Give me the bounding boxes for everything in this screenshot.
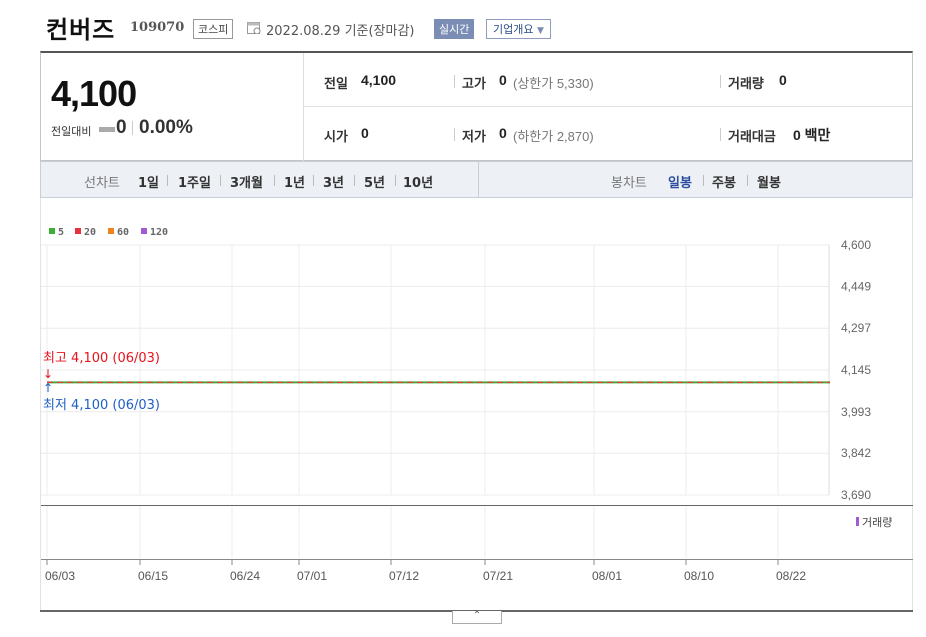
legend-swatch xyxy=(141,228,147,234)
x-tick-label: 07/21 xyxy=(483,569,513,583)
divider xyxy=(220,175,221,186)
divider xyxy=(720,128,721,141)
divider xyxy=(303,106,912,107)
divider xyxy=(167,175,168,186)
divider xyxy=(313,175,314,186)
lower-limit: (하한가 2,870) xyxy=(513,129,594,144)
divider xyxy=(720,75,721,88)
company-overview-label: 기업개요 xyxy=(493,23,534,36)
low-annotation: 최저 4,100 (06/03) xyxy=(43,398,160,413)
y-tick-label: 4,145 xyxy=(841,363,871,377)
y-tick-label: 4,600 xyxy=(841,238,871,252)
high-label: 고가 xyxy=(462,77,486,92)
y-tick-label: 4,297 xyxy=(841,321,871,335)
period-selector: 선차트 1일 1주일 3개월 1년 3년 5년 10년 봉차트 일봉 주봉 월봉 xyxy=(40,161,913,198)
current-price: 4,100 xyxy=(51,73,137,114)
upper-limit: (상한가 5,330) xyxy=(513,76,594,91)
period-5y[interactable]: 5년 xyxy=(364,172,385,191)
chart-canvas[interactable]: 4,600 4,449 4,297 4,145 3,993 3,842 3,690 06/03… xyxy=(41,198,913,611)
y-tick-label: 3,690 xyxy=(841,488,871,502)
high-annotation: 최고 4,100 (06/03) xyxy=(43,351,160,366)
down-arrow-icon: ↓ xyxy=(43,367,53,381)
low-value: 0 xyxy=(499,125,507,141)
x-tick-label: 08/22 xyxy=(776,569,806,583)
divider xyxy=(747,175,748,186)
x-tick-label: 06/03 xyxy=(45,569,75,583)
x-tick-label: 06/15 xyxy=(138,569,168,583)
legend-label: 120 xyxy=(150,227,168,238)
legend-label: 60 xyxy=(117,227,129,238)
chevron-up-icon[interactable]: ⌃ xyxy=(452,611,502,624)
divider xyxy=(703,175,704,186)
price-summary: 4,100 전일대비 0 0.00% 전일 4,100 고가 0 (상한가 5,… xyxy=(40,51,913,161)
volume-swatch xyxy=(856,517,859,526)
price-chart[interactable]: 4,600 4,449 4,297 4,145 3,993 3,842 3,690 06/03… xyxy=(40,198,913,611)
divider xyxy=(132,121,133,135)
x-tick-label: 06/24 xyxy=(230,569,260,583)
period-10y[interactable]: 10년 xyxy=(403,172,433,191)
change-value: 0 xyxy=(116,117,127,138)
divider xyxy=(454,75,455,88)
divider xyxy=(478,162,479,197)
candle-monthly[interactable]: 월봉 xyxy=(757,172,781,191)
volume-value: 0 xyxy=(779,72,787,88)
x-tick-label: 07/12 xyxy=(389,569,419,583)
prev-close-value: 4,100 xyxy=(361,72,397,88)
change-label: 전일대비 xyxy=(51,125,92,138)
line-chart-label: 선차트 xyxy=(84,176,120,191)
period-1w[interactable]: 1주일 xyxy=(178,172,211,191)
y-tick-label: 3,842 xyxy=(841,446,871,460)
stock-name: 컨버즈 xyxy=(46,16,116,44)
x-tick-label: 08/01 xyxy=(592,569,622,583)
legend-label: 5 xyxy=(58,227,64,238)
volume-legend-label: 거래량 xyxy=(862,516,892,529)
amount-label: 거래대금 xyxy=(728,130,776,145)
divider xyxy=(274,175,275,186)
amount-value: 0 백만 xyxy=(793,127,831,143)
candle-chart-label: 봉차트 xyxy=(611,176,647,191)
volume-label: 거래량 xyxy=(728,77,764,92)
period-1d[interactable]: 1일 xyxy=(138,172,159,191)
calendar-icon xyxy=(247,22,261,34)
legend-label: 20 xyxy=(84,227,96,238)
legend-swatch xyxy=(49,228,55,234)
divider xyxy=(395,175,396,186)
open-label: 시가 xyxy=(324,130,348,145)
high-value: 0 xyxy=(499,72,507,88)
no-change-icon xyxy=(99,127,115,132)
period-3m[interactable]: 3개월 xyxy=(230,172,263,191)
stock-code: 109070 xyxy=(130,20,185,35)
base-date: 2022.08.29 기준(장마감) xyxy=(266,24,415,39)
change-percent: 0.00% xyxy=(139,117,193,138)
y-tick-label: 4,449 xyxy=(841,279,871,293)
low-label: 저가 xyxy=(462,130,486,145)
company-overview-button[interactable]: 기업개요 ▼ xyxy=(486,19,551,39)
candle-weekly[interactable]: 주봉 xyxy=(712,172,736,191)
divider xyxy=(354,175,355,186)
divider xyxy=(454,128,455,141)
prev-close-label: 전일 xyxy=(324,77,348,92)
candle-daily[interactable]: 일봉 xyxy=(668,172,692,191)
open-value: 0 xyxy=(361,125,369,141)
period-3y[interactable]: 3년 xyxy=(323,172,344,191)
current-price-panel: 4,100 전일대비 0 0.00% xyxy=(41,53,304,161)
realtime-button[interactable]: 실시간 xyxy=(434,19,475,39)
chevron-down-icon: ▼ xyxy=(536,26,544,36)
y-tick-label: 3,993 xyxy=(841,405,871,419)
x-tick-label: 08/10 xyxy=(684,569,714,583)
legend-swatch xyxy=(75,228,81,234)
legend-swatch xyxy=(108,228,114,234)
x-tick-label: 07/01 xyxy=(297,569,327,583)
up-arrow-icon: ↑ xyxy=(43,381,53,395)
period-1y[interactable]: 1년 xyxy=(284,172,305,191)
market-badge: 코스피 xyxy=(193,19,234,39)
